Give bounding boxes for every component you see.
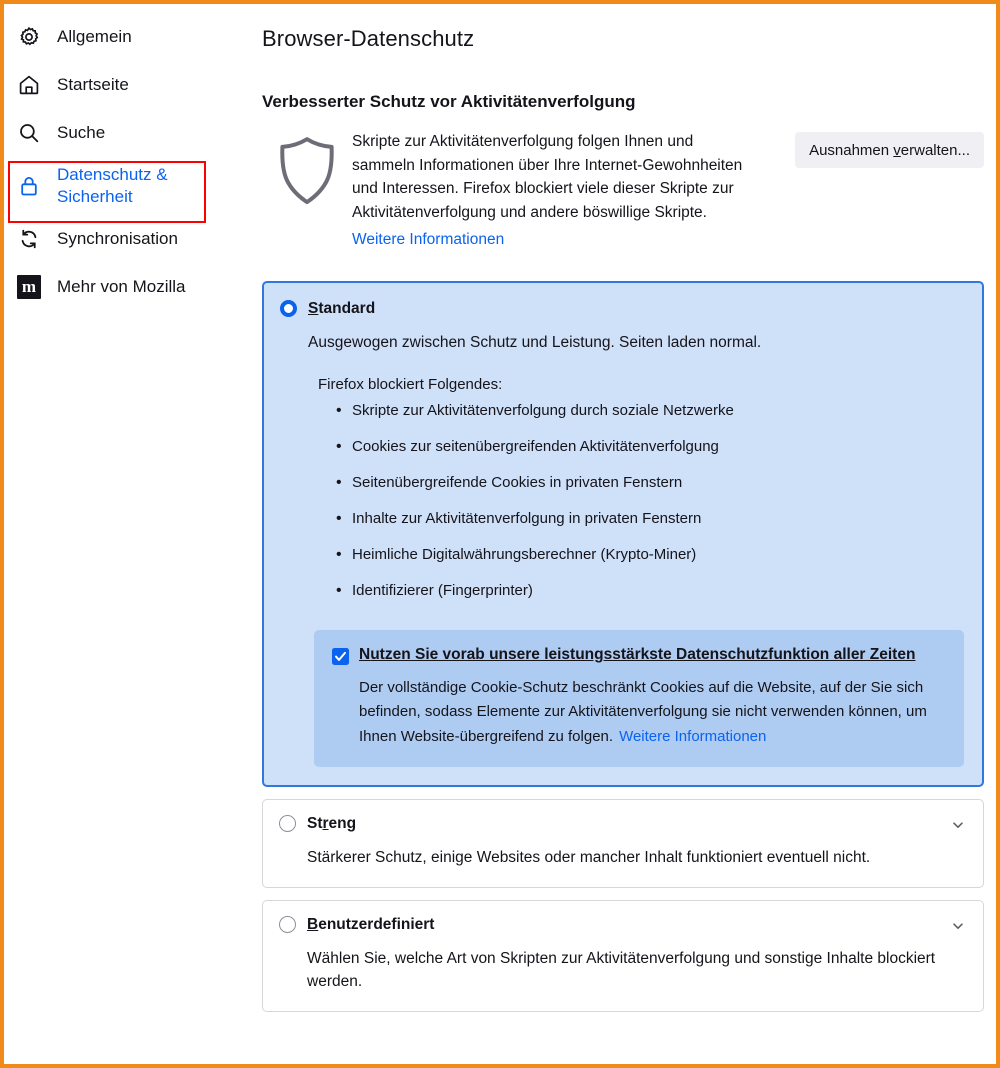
sidebar-item-suche[interactable]: Suche bbox=[4, 109, 250, 157]
strict-header[interactable]: Streng bbox=[279, 815, 965, 833]
exceptions-button-suffix: erwalten... bbox=[900, 141, 970, 159]
list-item: Identifizierer (Fingerprinter) bbox=[336, 581, 964, 600]
radio-strict[interactable] bbox=[279, 815, 296, 833]
callout-title: Nutzen Sie vorab unsere leistungsstärkst… bbox=[359, 646, 916, 664]
protection-option-custom[interactable]: Benutzerdefiniert Wählen Sie, welche Art… bbox=[262, 899, 984, 1012]
page-title: Browser-Datenschutz bbox=[262, 26, 475, 51]
settings-main-content: Browser-Datenschutz Verbesserter Schutz … bbox=[250, 4, 996, 1064]
mozilla-icon: m bbox=[16, 274, 42, 300]
sidebar-item-label: Suche bbox=[57, 123, 106, 142]
shield-icon bbox=[262, 130, 352, 208]
section-title: Verbesserter Schutz vor Aktivitätenverfo… bbox=[262, 92, 636, 111]
callout-body: Der vollständige Cookie-Schutz beschränk… bbox=[359, 676, 944, 749]
manage-exceptions-button[interactable]: Ausnahmen verwalten... bbox=[795, 132, 984, 168]
sidebar-item-synchronisation[interactable]: Synchronisation bbox=[4, 215, 250, 263]
standard-title: Standard bbox=[308, 299, 376, 317]
exceptions-button-accesskey: v bbox=[893, 141, 901, 159]
sidebar-item-label: Datenschutz & Sicherheit bbox=[57, 165, 168, 206]
protection-option-strict[interactable]: Streng Stärkerer Schutz, einige Websites… bbox=[262, 798, 984, 888]
standard-description: Ausgewogen zwischen Schutz und Leistung.… bbox=[308, 333, 762, 351]
lock-icon bbox=[16, 173, 42, 199]
sidebar-item-datenschutz-sicherheit[interactable]: Datenschutz & Sicherheit bbox=[4, 157, 250, 215]
chevron-down-icon[interactable] bbox=[951, 919, 965, 933]
list-item: Seitenübergreifende Cookies in privaten … bbox=[336, 473, 964, 492]
mozilla-badge-letter: m bbox=[17, 275, 41, 299]
strict-title: Streng bbox=[307, 814, 357, 832]
total-cookie-protection-callout: Nutzen Sie vorab unsere leistungsstärkst… bbox=[314, 630, 964, 767]
callout-header[interactable]: Nutzen Sie vorab unsere leistungsstärkst… bbox=[332, 646, 944, 666]
settings-sidebar: Allgemein Startseite Suche Datenschutz &… bbox=[4, 4, 250, 1064]
search-icon bbox=[16, 120, 42, 146]
sidebar-item-mehr-von-mozilla[interactable]: m Mehr von Mozilla bbox=[4, 263, 250, 311]
home-icon bbox=[16, 72, 42, 98]
custom-header[interactable]: Benutzerdefiniert bbox=[279, 916, 965, 934]
radio-standard[interactable] bbox=[280, 300, 297, 318]
more-information-link[interactable]: Weitere Informationen bbox=[352, 228, 504, 252]
sidebar-item-allgemein[interactable]: Allgemein bbox=[4, 13, 250, 61]
chevron-down-icon[interactable] bbox=[951, 818, 965, 832]
list-item: Heimliche Digitalwährungsberechner (Kryp… bbox=[336, 545, 964, 564]
custom-title: Benutzerdefiniert bbox=[307, 915, 435, 933]
sidebar-item-label: Synchronisation bbox=[57, 229, 178, 248]
sidebar-item-startseite[interactable]: Startseite bbox=[4, 61, 250, 109]
sidebar-item-label: Startseite bbox=[57, 75, 129, 94]
standard-header[interactable]: Standard bbox=[280, 300, 964, 318]
standard-blocked-list: Skripte zur Aktivitätenverfolgung durch … bbox=[336, 401, 964, 600]
intro-description: Skripte zur Aktivitätenverfolgung folgen… bbox=[352, 133, 743, 222]
protection-option-standard[interactable]: Standard Ausgewogen zwischen Schutz und … bbox=[262, 280, 984, 787]
intro-row: Skripte zur Aktivitätenverfolgung folgen… bbox=[262, 130, 984, 252]
gear-icon bbox=[16, 24, 42, 50]
list-item: Skripte zur Aktivitätenverfolgung durch … bbox=[336, 401, 964, 420]
firefox-settings-window: Allgemein Startseite Suche Datenschutz &… bbox=[0, 0, 1000, 1068]
checkbox-total-cookie-protection[interactable] bbox=[332, 648, 349, 666]
sidebar-item-label: Mehr von Mozilla bbox=[57, 277, 186, 296]
exceptions-button-prefix: Ausnahmen bbox=[809, 141, 894, 159]
list-item: Inhalte zur Aktivitätenverfolgung in pri… bbox=[336, 509, 964, 528]
strict-description: Stärkerer Schutz, einige Websites oder m… bbox=[307, 848, 871, 866]
list-item: Cookies zur seitenübergreifenden Aktivit… bbox=[336, 437, 964, 456]
intro-text-block: Skripte zur Aktivitätenverfolgung folgen… bbox=[352, 130, 752, 252]
callout-more-information-link[interactable]: Weitere Informationen bbox=[619, 728, 766, 745]
radio-custom[interactable] bbox=[279, 916, 296, 933]
custom-description: Wählen Sie, welche Art von Skripten zur … bbox=[307, 949, 936, 991]
sidebar-item-label: Allgemein bbox=[57, 27, 132, 46]
sync-icon bbox=[16, 226, 42, 252]
standard-blocks-label: Firefox blockiert Folgendes: bbox=[318, 376, 503, 394]
